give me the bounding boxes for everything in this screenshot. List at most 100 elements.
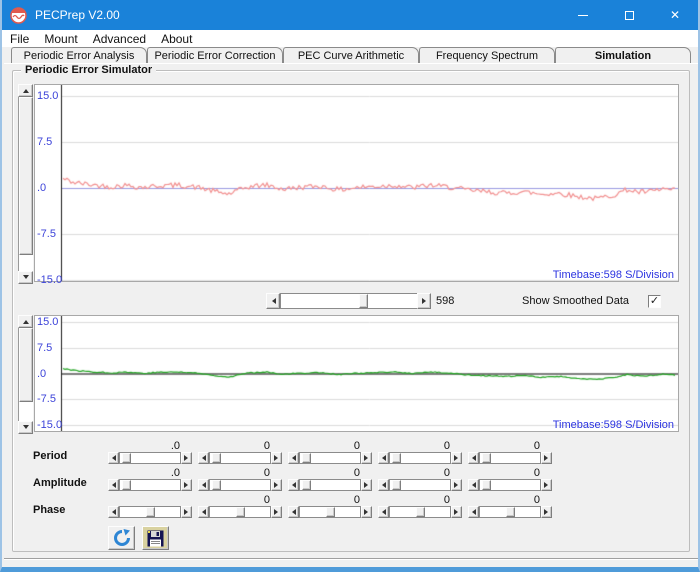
slider-left-button[interactable] <box>198 479 209 491</box>
scrollbar-thumb[interactable] <box>359 294 368 308</box>
period-slider-1[interactable] <box>108 452 192 464</box>
menu-item-about[interactable]: About <box>161 32 201 46</box>
slider-thumb[interactable] <box>482 480 491 490</box>
scrollbar-track[interactable] <box>18 328 33 421</box>
slider-track[interactable] <box>119 506 181 518</box>
slider-right-button[interactable] <box>541 479 552 491</box>
slider-track[interactable] <box>479 479 541 491</box>
slider-thumb[interactable] <box>506 507 515 517</box>
slider-thumb[interactable] <box>392 453 401 463</box>
slider-track[interactable] <box>209 479 271 491</box>
tab-periodic-error-correction[interactable]: Periodic Error Correction <box>147 47 283 63</box>
slider-thumb[interactable] <box>236 507 245 517</box>
tab-pec-curve-arithmetic[interactable]: PEC Curve Arithmetic <box>283 47 419 63</box>
slider-left-button[interactable] <box>288 452 299 464</box>
slider-track[interactable] <box>299 479 361 491</box>
phase-slider-4[interactable] <box>378 506 462 518</box>
phase-slider-1[interactable] <box>108 506 192 518</box>
slider-right-button[interactable] <box>361 506 372 518</box>
chart2-vertical-scrollbar[interactable] <box>18 315 33 434</box>
slider-right-button[interactable] <box>271 452 282 464</box>
slider-track[interactable] <box>119 452 181 464</box>
show-smoothed-data-checkbox[interactable]: ✓ <box>648 295 661 308</box>
amplitude-slider-2[interactable] <box>198 479 282 491</box>
timebase-scrollbar[interactable] <box>266 293 431 309</box>
slider-left-button[interactable] <box>198 506 209 518</box>
menu-item-mount[interactable]: Mount <box>44 32 86 46</box>
maximize-button[interactable] <box>606 0 652 30</box>
phase-slider-5[interactable] <box>468 506 552 518</box>
minimize-button[interactable] <box>560 0 606 30</box>
slider-left-button[interactable] <box>468 506 479 518</box>
scroll-up-button[interactable] <box>18 315 33 328</box>
slider-track[interactable] <box>299 506 361 518</box>
tab-simulation[interactable]: Simulation <box>555 47 691 63</box>
slider-left-button[interactable] <box>108 506 119 518</box>
slider-right-button[interactable] <box>541 452 552 464</box>
scrollbar-track[interactable] <box>280 293 417 309</box>
slider-track[interactable] <box>389 452 451 464</box>
slider-thumb[interactable] <box>122 480 131 490</box>
slider-left-button[interactable] <box>468 479 479 491</box>
slider-track[interactable] <box>389 506 451 518</box>
menu-item-advanced[interactable]: Advanced <box>93 32 155 46</box>
slider-track[interactable] <box>209 452 271 464</box>
slider-left-button[interactable] <box>288 479 299 491</box>
period-slider-5[interactable] <box>468 452 552 464</box>
slider-track[interactable] <box>299 452 361 464</box>
slider-thumb[interactable] <box>326 507 335 517</box>
amplitude-slider-1[interactable] <box>108 479 192 491</box>
slider-thumb[interactable] <box>392 480 401 490</box>
slider-right-button[interactable] <box>181 452 192 464</box>
chart1-vertical-scrollbar[interactable] <box>18 84 33 284</box>
slider-left-button[interactable] <box>378 506 389 518</box>
scroll-down-button[interactable] <box>18 421 33 434</box>
slider-left-button[interactable] <box>198 452 209 464</box>
scrollbar-thumb[interactable] <box>19 97 33 255</box>
tab-frequency-spectrum[interactable]: Frequency Spectrum <box>419 47 555 63</box>
slider-right-button[interactable] <box>541 506 552 518</box>
refresh-button[interactable] <box>108 526 135 550</box>
period-slider-2[interactable] <box>198 452 282 464</box>
scroll-right-button[interactable] <box>417 293 431 309</box>
slider-right-button[interactable] <box>181 479 192 491</box>
slider-thumb[interactable] <box>146 507 155 517</box>
save-button[interactable] <box>142 526 169 550</box>
slider-thumb[interactable] <box>122 453 131 463</box>
slider-left-button[interactable] <box>108 479 119 491</box>
slider-track[interactable] <box>209 506 271 518</box>
close-button[interactable]: ✕ <box>652 0 698 30</box>
slider-left-button[interactable] <box>378 452 389 464</box>
scrollbar-thumb[interactable] <box>19 328 33 402</box>
scroll-down-button[interactable] <box>18 271 33 284</box>
slider-right-button[interactable] <box>361 452 372 464</box>
slider-right-button[interactable] <box>451 506 462 518</box>
slider-left-button[interactable] <box>378 479 389 491</box>
slider-thumb[interactable] <box>302 480 311 490</box>
scroll-up-button[interactable] <box>18 84 33 97</box>
slider-left-button[interactable] <box>468 452 479 464</box>
amplitude-slider-5[interactable] <box>468 479 552 491</box>
tab-periodic-error-analysis[interactable]: Periodic Error Analysis <box>11 47 147 63</box>
slider-right-button[interactable] <box>181 506 192 518</box>
slider-right-button[interactable] <box>451 452 462 464</box>
slider-track[interactable] <box>119 479 181 491</box>
slider-track[interactable] <box>389 479 451 491</box>
slider-thumb[interactable] <box>212 453 221 463</box>
slider-right-button[interactable] <box>271 479 282 491</box>
scroll-left-button[interactable] <box>266 293 280 309</box>
slider-left-button[interactable] <box>108 452 119 464</box>
slider-track[interactable] <box>479 506 541 518</box>
slider-thumb[interactable] <box>212 480 221 490</box>
slider-thumb[interactable] <box>416 507 425 517</box>
period-slider-3[interactable] <box>288 452 372 464</box>
scrollbar-track[interactable] <box>18 97 33 271</box>
slider-right-button[interactable] <box>271 506 282 518</box>
slider-track[interactable] <box>479 452 541 464</box>
slider-thumb[interactable] <box>482 453 491 463</box>
slider-right-button[interactable] <box>361 479 372 491</box>
amplitude-slider-4[interactable] <box>378 479 462 491</box>
period-slider-4[interactable] <box>378 452 462 464</box>
amplitude-slider-3[interactable] <box>288 479 372 491</box>
menu-item-file[interactable]: File <box>10 32 38 46</box>
